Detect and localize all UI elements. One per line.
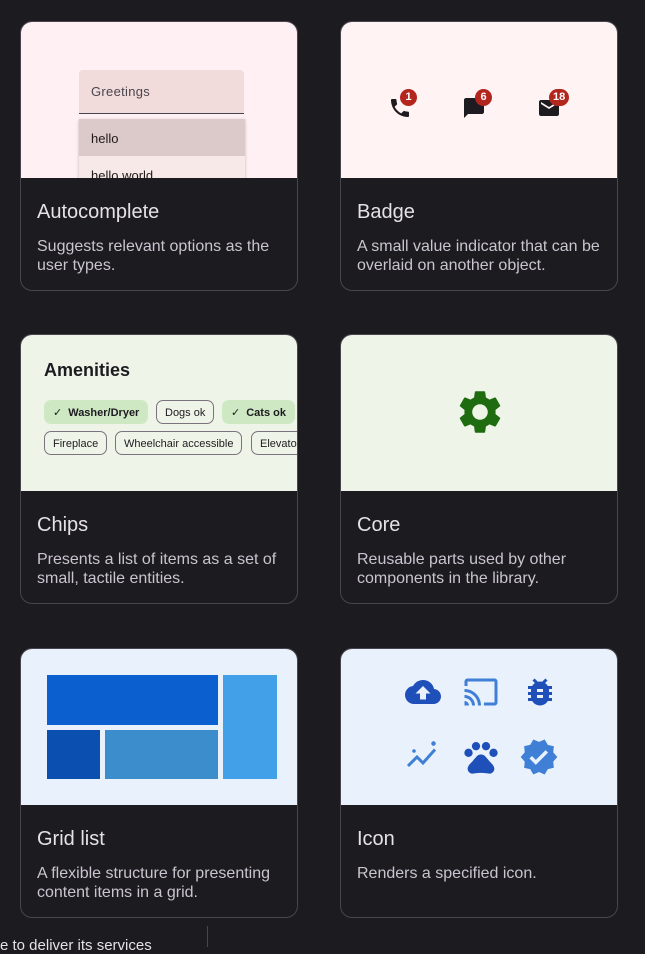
card-description: A flexible structure for presenting cont… bbox=[37, 865, 271, 901]
greetings-field: Greetings bbox=[79, 70, 244, 114]
autocomplete-preview: Greetings hello hello world bbox=[21, 22, 297, 178]
card-title: Chips bbox=[37, 514, 89, 536]
analytics-icon bbox=[406, 741, 437, 768]
card-title: Core bbox=[357, 514, 401, 536]
badge-count: 1 bbox=[400, 89, 417, 106]
chip-dogs-ok: Dogs ok bbox=[156, 400, 215, 424]
suggestion-label: hello world bbox=[91, 168, 154, 178]
autocomplete-card[interactable]: Greetings hello hello world Autocomplete… bbox=[20, 21, 298, 291]
grid-tile bbox=[47, 675, 218, 725]
icon-preview bbox=[341, 649, 617, 805]
cookie-banner-text: e to deliver its services bbox=[0, 937, 152, 954]
chips-heading: Amenities bbox=[44, 360, 131, 380]
gear-icon bbox=[459, 391, 501, 433]
check-icon: ✓ bbox=[231, 407, 241, 419]
verified-icon bbox=[520, 739, 558, 775]
chips-card[interactable]: Amenities ✓ Washer/Dryer Dogs ok ✓ Cats ok… bbox=[20, 334, 298, 604]
chips-preview: Amenities ✓ Washer/Dryer Dogs ok ✓ Cats ok… bbox=[21, 335, 297, 491]
card-description: Presents a list of items as a set of sma… bbox=[37, 551, 277, 587]
chip-wheelchair-accessible: Wheelchair accessible bbox=[115, 431, 243, 455]
card-title: Icon bbox=[357, 828, 395, 850]
chip-label: Elevator bbox=[260, 438, 297, 450]
grid-tile bbox=[47, 730, 100, 779]
grid-list-card[interactable]: Grid list A flexible structure for prese… bbox=[20, 648, 298, 918]
suggestion-label: hello bbox=[91, 131, 119, 146]
cloud-upload-icon bbox=[405, 680, 441, 704]
card-title: Badge bbox=[357, 201, 415, 223]
chip-label: Cats ok bbox=[246, 407, 286, 419]
chip-cats-ok: ✓ Cats ok bbox=[222, 400, 295, 424]
chip-label: Dogs ok bbox=[165, 407, 206, 419]
grid-list-preview bbox=[21, 649, 297, 805]
card-description: A small value indicator that can be over… bbox=[357, 238, 600, 274]
greetings-field-label: Greetings bbox=[91, 84, 151, 99]
card-description: Renders a specified icon. bbox=[357, 865, 537, 882]
chip-washer-dryer: ✓ Washer/Dryer bbox=[44, 400, 149, 424]
suggestion-item: hello bbox=[79, 119, 245, 156]
core-card[interactable]: Core Reusable parts used by other compon… bbox=[340, 334, 618, 604]
suggestion-menu: hello hello world bbox=[79, 119, 245, 178]
bug-icon bbox=[528, 678, 552, 706]
chip-elevator: Elevator bbox=[251, 431, 297, 455]
grid-tile bbox=[223, 675, 277, 779]
card-title: Grid list bbox=[37, 828, 105, 850]
core-preview bbox=[341, 335, 617, 491]
cast-icon bbox=[464, 678, 498, 706]
chip-label: Fireplace bbox=[53, 438, 99, 450]
grid-tile bbox=[105, 730, 218, 779]
badge-preview: 1 6 18 bbox=[341, 22, 617, 178]
card-title: Autocomplete bbox=[37, 201, 160, 223]
badge-card[interactable]: 1 6 18 Badge A small value indicator tha… bbox=[340, 21, 618, 291]
chip-fireplace: Fireplace bbox=[44, 431, 108, 455]
card-description: Suggests relevant options as the user ty… bbox=[37, 238, 270, 274]
suggestion-item: hello world bbox=[79, 156, 245, 178]
card-description: Reusable parts used by other components … bbox=[357, 551, 567, 587]
chip-label: Washer/Dryer bbox=[68, 407, 140, 419]
chip-label: Wheelchair accessible bbox=[124, 438, 234, 450]
paw-icon bbox=[464, 742, 498, 774]
icon-card[interactable]: Icon Renders a specified icon. bbox=[340, 648, 618, 918]
badge-count: 6 bbox=[475, 89, 492, 106]
divider bbox=[207, 926, 208, 947]
badge-count: 18 bbox=[549, 89, 570, 106]
check-icon: ✓ bbox=[53, 407, 63, 419]
